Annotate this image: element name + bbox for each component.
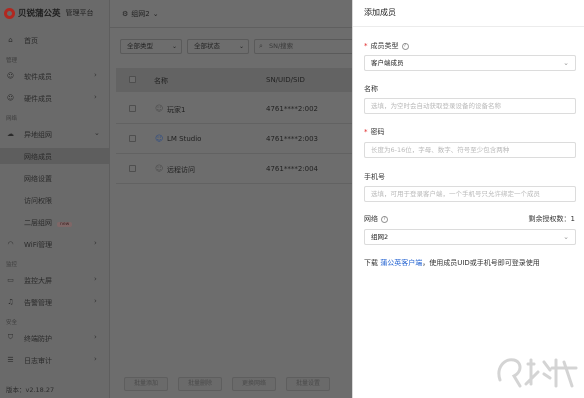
cloud-icon: ☁ [7, 129, 14, 138]
batch-delete-button[interactable]: 批量删除 [178, 377, 222, 391]
section-network: 网络 [6, 116, 18, 122]
panel-divider [353, 26, 584, 27]
sidebar-item-home[interactable]: ⌂ 首页 [0, 32, 110, 48]
search-input[interactable]: ⌕ SN/搜索 [254, 39, 354, 54]
user-icon: ☺ [155, 134, 164, 143]
brand-name: 贝锐蒲公英 [18, 9, 61, 19]
member-type-select[interactable]: 客户端成员 ⌄ [364, 55, 576, 71]
shield-icon: ⛉ [7, 333, 14, 341]
panel-title: 添加成员 [364, 8, 396, 17]
monitor-icon: ▭ [7, 275, 14, 284]
add-member-panel: 添加成员 * 成员类型? 客户端成员 ⌄ 名称 选填，为空时会自动获取登录设备的设… [352, 0, 584, 398]
table-row[interactable]: ☺ 远程访问 4761****2:004 [116, 154, 352, 184]
sidebar-item-network-members[interactable]: 网络成员 [0, 148, 110, 164]
chevron-right-icon: › [94, 355, 97, 363]
search-icon: ⌕ [259, 42, 263, 50]
chevron-right-icon: › [94, 239, 97, 247]
select-all-checkbox[interactable] [129, 76, 136, 83]
batch-settings-button[interactable]: 批量设置 [286, 377, 330, 391]
change-network-button[interactable]: 更换网络 [232, 377, 276, 391]
new-badge: new [57, 222, 73, 227]
user-icon: ☺ [6, 71, 15, 80]
network-icon: ⚙ [122, 10, 129, 18]
sidebar-item-hardware-members[interactable]: ☺ 硬件成员 › [0, 90, 110, 106]
help-icon[interactable]: ? [381, 215, 388, 223]
chevron-down-icon: ⌄ [152, 10, 159, 18]
phone-label: 手机号 [364, 173, 385, 181]
main-content: ⚙ 组网2 ⌄ 全部类型 ⌄ 全部状态 ⌄ ⌕ SN/搜索 名称 SN/UID/… [110, 0, 354, 398]
row-checkbox[interactable] [129, 135, 136, 142]
chevron-right-icon: › [94, 297, 97, 305]
bell-icon: ♫ [7, 297, 14, 306]
phone-input[interactable]: 选填，可用于登录客户端，一个手机号只允许绑定一个成员 [364, 186, 576, 202]
sidebar-item-wifi[interactable]: ◠ WiFi管理 › [0, 236, 110, 252]
network-select[interactable]: 组网2 ⌄ [364, 229, 576, 245]
required-mark: * [364, 128, 368, 136]
chevron-down-icon: ⌄ [563, 233, 569, 241]
sidebar-item-access-permissions[interactable]: 访问权限 [0, 192, 110, 208]
password-label: * 密码 [364, 128, 385, 136]
chevron-down-icon: ⌄ [171, 43, 177, 50]
sidebar-item-remote-network[interactable]: ☁ 异地组网 ⌄ [0, 126, 110, 142]
sidebar-item-network-settings[interactable]: 网络设置 [0, 170, 110, 186]
sidebar-item-monitor-screen[interactable]: ▭ 监控大屏 › [0, 272, 110, 288]
sidebar: 贝锐蒲公英 管理平台 ⌂ 首页 管理 ☺ 软件成员 › ☺ 硬件成员 › 网络 … [0, 0, 110, 398]
chevron-right-icon: › [94, 71, 97, 79]
wifi-icon: ◠ [7, 239, 14, 248]
section-manage: 管理 [6, 58, 18, 64]
name-input[interactable]: 选填，为空时会自动获取登录设备的设备名称 [364, 98, 576, 114]
download-hint: 下载 蒲公英客户端，使用成员UID或手机号即可登录使用 [364, 259, 540, 267]
chevron-down-icon: ⌄ [563, 59, 569, 67]
remaining-quota: 剩余授权数：1 [528, 215, 575, 223]
required-mark: * [364, 42, 368, 50]
row-checkbox[interactable] [129, 105, 136, 112]
batch-add-button[interactable]: 批量添加 [124, 377, 168, 391]
sidebar-item-software-members[interactable]: ☺ 软件成员 › [0, 68, 110, 84]
top-bar: ⚙ 组网2 ⌄ [110, 0, 352, 28]
type-filter[interactable]: 全部类型 ⌄ [120, 39, 182, 54]
brand-subtitle: 管理平台 [65, 9, 94, 17]
sidebar-item-layer2-network[interactable]: 二层组网 new [0, 214, 110, 230]
table-row[interactable]: ☺ 玩家1 4761****2:002 [116, 94, 352, 124]
user-icon: ☺ [155, 164, 164, 173]
sidebar-item-log-audit[interactable]: ☰ 日志审计 › [0, 352, 110, 368]
table-header: 名称 SN/UID/SID [116, 68, 352, 92]
download-client-link[interactable]: 蒲公英客户端 [380, 259, 422, 267]
log-icon: ☰ [7, 355, 14, 364]
user-icon: ☺ [6, 93, 15, 102]
row-checkbox[interactable] [129, 165, 136, 172]
section-security: 安全 [6, 320, 18, 326]
version-label: 版本：v2.18.27 [6, 386, 55, 394]
sidebar-item-alarm[interactable]: ♫ 告警管理 › [0, 294, 110, 310]
brand-logo[interactable]: 贝锐蒲公英 管理平台 [4, 7, 94, 19]
password-input[interactable]: 长度为6-16位，字母、数字、符号至少包含两种 [364, 142, 576, 158]
network-selector[interactable]: ⚙ 组网2 ⌄ [122, 6, 159, 22]
chevron-down-icon: ⌄ [94, 129, 100, 137]
home-icon: ⌂ [8, 35, 13, 44]
chevron-right-icon: › [94, 333, 97, 341]
help-icon[interactable]: ? [401, 42, 409, 50]
table-row[interactable]: ☺ LM Studio 4761****2:003 [116, 124, 352, 154]
sidebar-item-terminal-protection[interactable]: ⛉ 终端防护 › [0, 330, 110, 346]
chevron-down-icon: ⌄ [238, 43, 244, 50]
name-label: 名称 [364, 85, 378, 93]
chevron-right-icon: › [94, 93, 97, 101]
section-monitor: 监控 [6, 262, 18, 268]
logo-icon [4, 7, 15, 19]
network-label: 网络? [364, 214, 388, 224]
column-header-sn: SN/UID/SID [266, 76, 305, 84]
user-icon: ☺ [155, 104, 164, 113]
chevron-right-icon: › [94, 275, 97, 283]
member-type-label: * 成员类型? [364, 41, 409, 51]
column-header-name: 名称 [154, 77, 168, 85]
status-filter[interactable]: 全部状态 ⌄ [187, 39, 249, 54]
